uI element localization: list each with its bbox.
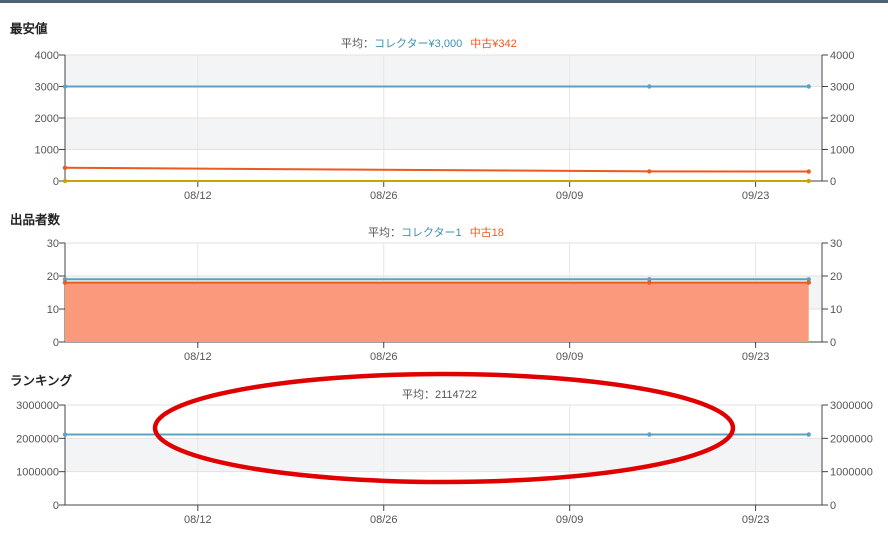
y-tick-label-right: 0 [830,337,836,349]
collector-data-point [62,84,68,89]
y-tick-label-left: 0 [53,500,59,512]
ranking-data-point [806,432,811,437]
y-tick-label-right: 0 [830,500,836,512]
collector-data-point [806,84,811,89]
y-tick-label-right: 20 [830,271,842,283]
plot-band [65,55,822,87]
used-data-point [647,169,652,174]
used-data-point [62,280,68,285]
y-tick-label-left: 0 [53,337,59,349]
x-tick-label: 09/23 [742,190,770,202]
used-data-point [62,165,68,170]
y-tick-label-left: 20 [47,271,59,283]
x-tick-label: 09/23 [742,514,770,526]
x-tick-label: 08/12 [184,351,212,363]
y-tick-label-right: 30 [830,238,842,250]
used-series-line [64,166,809,173]
used-area-fill [65,282,809,342]
y-tick-label-left: 10 [47,304,59,316]
y-tick-label-right: 1000000 [830,467,873,479]
y-tick-label-left: 1000 [35,145,59,157]
x-tick-label: 08/26 [370,190,398,202]
y-tick-label-right: 2000000 [830,433,873,445]
plot-band [65,438,822,472]
y-tick-label-left: 0 [53,176,59,188]
y-tick-label-left: 30 [47,238,59,250]
ranking-data-point [62,432,68,437]
charts-canvas: 0 01000 10002000 20003000 30004000 400008/12 0… [16,50,873,526]
new-data-point [806,178,811,184]
x-tick-label: 09/23 [742,351,770,363]
used-data-point [806,280,811,285]
y-tick-label-left: 1000000 [16,467,59,479]
used-data-point [806,169,811,174]
y-tick-label-left: 2000000 [16,433,59,445]
x-tick-label: 08/26 [370,514,398,526]
plot-band [65,118,822,150]
y-tick-label-right: 2000 [830,113,854,125]
x-tick-label: 08/26 [370,351,398,363]
y-tick-label-right: 10 [830,304,842,316]
new-data-point [62,178,68,184]
y-tick-label-left: 4000 [35,50,59,62]
ranking-data-point [647,432,652,437]
x-tick-label: 08/12 [184,514,212,526]
x-tick-label: 09/09 [556,190,584,202]
x-tick-label: 09/09 [556,351,584,363]
x-tick-label: 09/09 [556,514,584,526]
used-data-point [647,280,652,285]
y-tick-label-left: 3000 [35,82,59,94]
x-tick-label: 08/12 [184,190,212,202]
y-tick-label-right: 1000 [830,145,854,157]
y-tick-label-right: 3000 [830,82,854,94]
y-tick-label-right: 3000000 [830,400,873,412]
collector-data-point [647,84,652,89]
y-tick-label-left: 3000000 [16,400,59,412]
y-tick-label-left: 2000 [35,113,59,125]
y-tick-label-right: 4000 [830,50,854,62]
y-tick-label-right: 0 [830,176,836,188]
